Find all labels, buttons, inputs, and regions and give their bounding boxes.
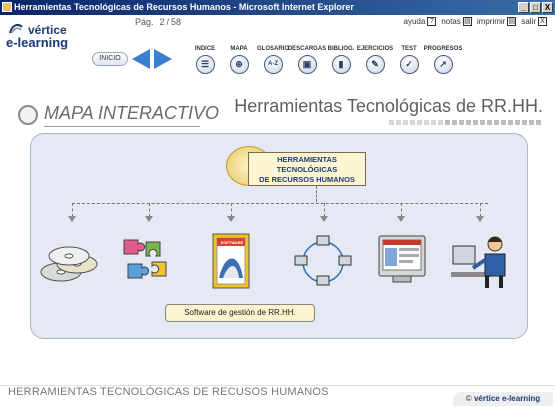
course-header: vértice e-learning Pág. 2/58 ayuda ? nota… <box>0 15 555 97</box>
maximize-button[interactable]: □ <box>530 2 541 13</box>
nav-label-test: TEST <box>401 46 417 52</box>
window-controls: _ □ X <box>518 2 553 13</box>
section-title-row: MAPA INTERACTIVO Herramientas Tecnológic… <box>0 95 555 133</box>
puzzle-node[interactable] <box>116 232 180 292</box>
computer-network-icon <box>294 235 352 286</box>
test-icon: ✓ <box>399 55 419 74</box>
nav-item-glossary[interactable]: GLOSARIO A-Z <box>256 46 290 74</box>
notes-label: notas <box>441 17 461 26</box>
nav-item-downloads[interactable]: DESCARGAS ▣ <box>287 46 327 74</box>
nav-label-index: INDICE <box>194 46 216 52</box>
exit-link[interactable]: salir X <box>521 17 547 26</box>
copyright-badge: © vértice e-learning <box>453 392 553 406</box>
root-line-2: TECNOLÓGICAS <box>276 165 338 174</box>
root-line-3: DE RECURSOS HUMANOS <box>259 175 355 184</box>
branch-arrow <box>320 203 329 225</box>
progress-icon: ↗ <box>433 55 453 74</box>
branch-arrow <box>397 203 406 225</box>
copyright-brand: vértice e-learning <box>473 394 541 403</box>
copyright-symbol: © <box>465 394 472 403</box>
index-icon: ☰ <box>195 55 215 74</box>
root-line-1: HERRAMIENTAS <box>277 155 337 164</box>
nav-item-test[interactable]: TEST ✓ <box>392 46 426 74</box>
nav-item-map[interactable]: MAPA ⊕ <box>222 46 256 74</box>
person-at-computer-icon <box>451 236 506 288</box>
interactive-map-panel: HERRAMIENTAS TECNOLÓGICAS DE RECURSOS HU… <box>30 133 528 339</box>
page-current: 2 <box>159 17 165 27</box>
nav-label-bibliography: BIBLIOG. <box>327 46 355 52</box>
logo-text-bottom: e-learning <box>6 35 69 50</box>
nav-label-exercises: EJERCICIOS <box>356 46 394 52</box>
page-indicator: Pág. 2/58 <box>135 17 187 27</box>
branch-arrow <box>145 203 154 225</box>
page-label: Pág. <box>135 17 154 27</box>
puzzle-pieces-icon <box>123 239 167 279</box>
page-total: 58 <box>171 17 182 27</box>
nav-item-index[interactable]: INDICE ☰ <box>188 46 222 74</box>
nav-label-progress: PROGRESOS <box>423 46 463 52</box>
nav-label-downloads: DESCARGAS <box>287 46 327 52</box>
next-page-arrow-icon[interactable] <box>154 49 172 69</box>
close-button[interactable]: X <box>542 2 553 13</box>
footer-course-title: HERRAMIENTAS TECNOLÓGICAS DE RECUSOS HUM… <box>8 386 329 398</box>
cds-node[interactable] <box>39 232 103 292</box>
network-node[interactable] <box>291 232 355 292</box>
logo-swirl-icon <box>9 24 23 34</box>
exit-icon: X <box>538 17 547 26</box>
exit-label: salir <box>521 17 536 26</box>
previous-page-arrow-icon[interactable] <box>132 49 150 69</box>
minimize-button[interactable]: _ <box>518 2 529 13</box>
help-link[interactable]: ayuda ? <box>404 17 437 26</box>
branch-arrow <box>476 203 485 225</box>
branch-arrow <box>227 203 236 225</box>
software-box-label: SOFTWARE <box>220 240 244 245</box>
vertice-logo: vértice e-learning <box>6 23 86 50</box>
print-label: imprimir <box>476 17 506 26</box>
nav-item-exercises[interactable]: EJERCICIOS ✎ <box>356 46 394 74</box>
inicio-button[interactable]: INICIO <box>92 52 128 66</box>
interactive-map-icon <box>18 105 38 125</box>
ie-app-icon <box>2 2 12 12</box>
cd-discs-icon <box>40 246 98 282</box>
notes-link[interactable]: notas ▤ <box>441 17 472 26</box>
web-node[interactable] <box>369 232 433 292</box>
download-icon: ▣ <box>297 55 317 74</box>
node-tooltip: Software de gestión de RR.HH. <box>165 304 315 322</box>
notes-icon: ▤ <box>462 17 472 26</box>
root-connector <box>316 186 317 202</box>
nav-label-glossary: GLOSARIO <box>256 46 289 52</box>
nav-item-progress[interactable]: PROGRESOS ↗ <box>423 46 463 74</box>
decorative-dots <box>389 120 541 125</box>
nav-item-bibliography[interactable]: BIBLIOG. ▮ <box>324 46 358 74</box>
print-icon: ▤ <box>507 17 517 26</box>
window-titlebar: Herramientas Tecnológicas de Recursos Hu… <box>0 0 555 15</box>
section-title-underline <box>44 126 200 127</box>
bibliography-icon: ▮ <box>331 55 351 74</box>
section-title: MAPA INTERACTIVO <box>44 103 220 123</box>
help-icon: ? <box>427 17 437 26</box>
course-title: Herramientas Tecnológicas de RR.HH. <box>234 96 543 116</box>
utility-links: ayuda ? notas ▤ imprimir ▤ salir X <box>404 17 547 26</box>
print-link[interactable]: imprimir ▤ <box>476 17 517 26</box>
branch-connector-line <box>72 203 488 204</box>
help-label: ayuda <box>403 17 426 26</box>
glossary-icon: A-Z <box>263 55 283 74</box>
map-icon: ⊕ <box>229 55 249 74</box>
software-node[interactable]: SOFTWARE <box>199 232 263 292</box>
root-topic-box: HERRAMIENTAS TECNOLÓGICAS DE RECURSOS HU… <box>248 152 366 186</box>
branch-arrow <box>68 203 77 225</box>
nav-label-map: MAPA <box>230 46 248 52</box>
person-node[interactable] <box>451 232 515 292</box>
window-title: Herramientas Tecnológicas de Recursos Hu… <box>14 2 354 12</box>
web-monitor-icon <box>378 235 426 283</box>
exercises-icon: ✎ <box>365 55 385 74</box>
main-nav: INDICE ☰ MAPA ⊕ GLOSARIO A-Z DESCARGAS ▣… <box>188 46 463 74</box>
page-separator: / <box>166 17 170 27</box>
